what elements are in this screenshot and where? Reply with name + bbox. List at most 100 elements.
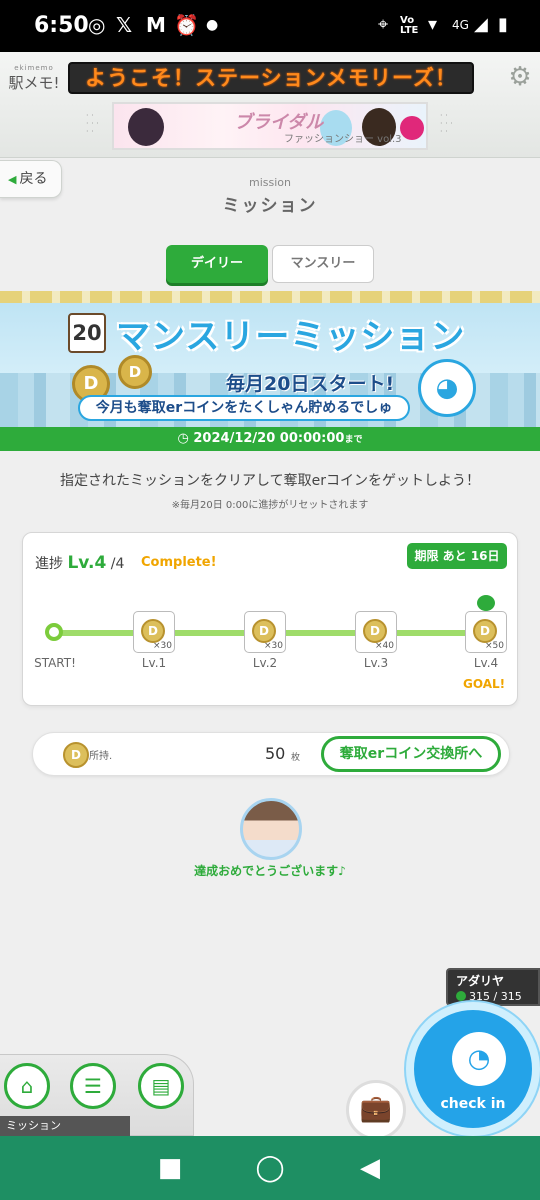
ad-dots-right: · · · · · · · xyxy=(440,111,453,136)
coin-exchange-button[interactable]: 奪取erコイン交換所へ xyxy=(321,736,501,772)
start-label: START! xyxy=(34,656,76,670)
hp-value: 315 / 315 xyxy=(469,990,522,1003)
gear-icon[interactable]: ⚙ xyxy=(505,62,535,92)
train-list-button[interactable]: ☰ xyxy=(70,1063,116,1109)
goal-mascot-icon xyxy=(477,595,495,611)
progress-title: 進捗 xyxy=(35,556,63,572)
station-name: アダリヤ xyxy=(456,974,505,988)
current-level: 4 xyxy=(94,553,107,573)
ad-character-1 xyxy=(128,108,164,146)
max-level: /4 xyxy=(110,556,125,572)
goal-label: GOAL! xyxy=(463,677,506,691)
notification-dot-icon: ● xyxy=(206,17,219,33)
home-button[interactable]: ⌂ xyxy=(4,1063,50,1109)
progress-label: 進捗 Lv.4 /4 xyxy=(35,553,124,573)
reward-amount: ×30 xyxy=(153,641,172,651)
clock-icon: ◷ xyxy=(177,431,189,446)
station-panel[interactable]: アダリヤ 315 / 315 xyxy=(446,968,540,1006)
page-subtitle: mission xyxy=(249,176,291,189)
level-reward-3: D ×40 xyxy=(355,611,397,653)
reset-note: ※毎月20日 0:00に進捗がリセットされます xyxy=(171,500,369,511)
coin-icon: D xyxy=(363,619,387,643)
logo-text: 駅メモ! xyxy=(8,74,60,92)
reward-amount: ×30 xyxy=(264,641,283,651)
ad-subtitle: ファッションショー vol.3 xyxy=(284,134,402,145)
logo-sub: ekimemo xyxy=(14,64,54,72)
coin-icon: D xyxy=(118,355,152,389)
congrats-message: 達成おめでとうございます♪ xyxy=(194,864,346,878)
back-nav-icon[interactable]: ◀ xyxy=(350,1148,390,1188)
mascot-icon: ◕ xyxy=(418,359,476,417)
app-logo[interactable]: ekimemo 駅メモ! xyxy=(8,64,60,108)
start-node xyxy=(45,623,63,641)
home-icon: ⌂ xyxy=(20,1074,34,1098)
page-title: ミッション xyxy=(222,196,318,216)
signal-icon: ◢ xyxy=(474,14,488,35)
coin-icon: D xyxy=(473,619,497,643)
x-app-icon: 𝕏 xyxy=(116,13,133,37)
reward-amount: ×50 xyxy=(485,641,504,651)
home-nav-icon[interactable]: ◯ xyxy=(250,1148,290,1188)
monthly-mission-banner: 20 マンスリーミッション D D 毎月20日スタート! 今月も奪取erコインを… xyxy=(0,303,540,427)
level-label: Lv.2 xyxy=(252,656,278,670)
level-reward-1: D ×30 xyxy=(133,611,175,653)
banner-title: マンスリーミッション xyxy=(116,317,466,357)
banner-catchphrase: 今月も奪取erコインをたくしゃん貯めるでしゅ xyxy=(78,395,410,421)
mission-description: 指定されたミッションをクリアして奪取erコインをゲットしよう！ xyxy=(60,473,480,489)
level-reward-4: D ×50 xyxy=(465,611,507,653)
welcome-marquee: ようこそ！ステーションメモリーズ！ xyxy=(68,62,474,94)
wallet-label: 所持. xyxy=(89,751,113,762)
ad-brand-icon xyxy=(400,116,424,140)
event-banner-ad[interactable]: ブライダル ファッションショー vol.3 xyxy=(112,102,428,150)
alarm-icon: ⏰ xyxy=(174,13,199,37)
coin-icon: D xyxy=(63,742,89,768)
level-label: Lv.3 xyxy=(363,656,389,670)
tab-monthly[interactable]: マンスリー xyxy=(272,245,374,283)
level-reward-2: D ×30 xyxy=(244,611,286,653)
days-left-badge: 期限 あと 16日 xyxy=(407,543,507,569)
network-label: 4G xyxy=(452,18,469,32)
tab-daily[interactable]: デイリー xyxy=(166,245,268,283)
station-hp: 315 / 315 xyxy=(456,990,522,1003)
system-navbar: ■ ◯ ◀ xyxy=(0,1136,540,1200)
coin-unit: 枚 xyxy=(291,753,301,763)
coin-count: 50 xyxy=(265,744,286,763)
deadline-suffix: まで xyxy=(344,435,363,445)
level-prefix: Lv. xyxy=(67,553,95,573)
current-screen-label: ミッション xyxy=(0,1116,130,1136)
level-label: Lv.1 xyxy=(141,656,167,670)
clock: 6:50 xyxy=(34,13,89,38)
volte-icon: Vo LTE xyxy=(400,15,419,36)
station-list-icon: ▤ xyxy=(151,1074,171,1098)
checkin-label: check in xyxy=(440,1096,506,1112)
character-avatar xyxy=(240,798,302,860)
hp-icon xyxy=(456,991,466,1001)
station-list-button[interactable]: ▤ xyxy=(138,1063,184,1109)
app-header: ekimemo 駅メモ! ようこそ！ステーションメモリーズ！ ⚙ · · · · … xyxy=(0,52,540,158)
checkin-button[interactable]: ◔ check in xyxy=(406,1002,540,1136)
checkin-mascot-icon: ◔ xyxy=(452,1032,506,1086)
hotspot-icon: ◎ xyxy=(88,13,106,37)
location-icon: ⌖ xyxy=(378,14,389,35)
briefcase-icon: 💼 xyxy=(359,1094,393,1124)
status-bar: 6:50 ◎ 𝕏 M ⏰ ● ⌖ Vo LTE ▾ 4G ◢ ▮ xyxy=(0,0,540,52)
train-list-icon: ☰ xyxy=(84,1074,102,1098)
coin-wallet: D 所持. 50 枚 奪取erコイン交換所へ xyxy=(32,732,510,776)
progress-card: 進捗 Lv.4 /4 Complete! 期限 あと 16日 START! D … xyxy=(22,532,518,706)
briefcase-button[interactable]: 💼 xyxy=(346,1080,406,1140)
level-label: Lv.4 xyxy=(473,656,499,670)
reward-amount: ×40 xyxy=(375,641,394,651)
rail-decoration xyxy=(0,291,540,303)
deadline-date: 2024/12/20 00:00:00 xyxy=(193,431,345,446)
recents-icon[interactable]: ■ xyxy=(150,1148,190,1188)
banner-start-text: 毎月20日スタート! xyxy=(226,373,395,395)
wifi-icon: ▾ xyxy=(428,14,438,35)
coin-icon: D xyxy=(141,619,165,643)
deadline-bar: ◷ 2024/12/20 00:00:00まで xyxy=(0,427,540,451)
calendar-icon: 20 xyxy=(68,313,106,353)
coin-icon: D xyxy=(252,619,276,643)
m-app-icon: M xyxy=(146,13,166,37)
complete-status: Complete! xyxy=(141,555,217,570)
battery-icon: ▮ xyxy=(498,14,508,35)
ad-dots-left: · · · · · · · xyxy=(86,111,99,136)
